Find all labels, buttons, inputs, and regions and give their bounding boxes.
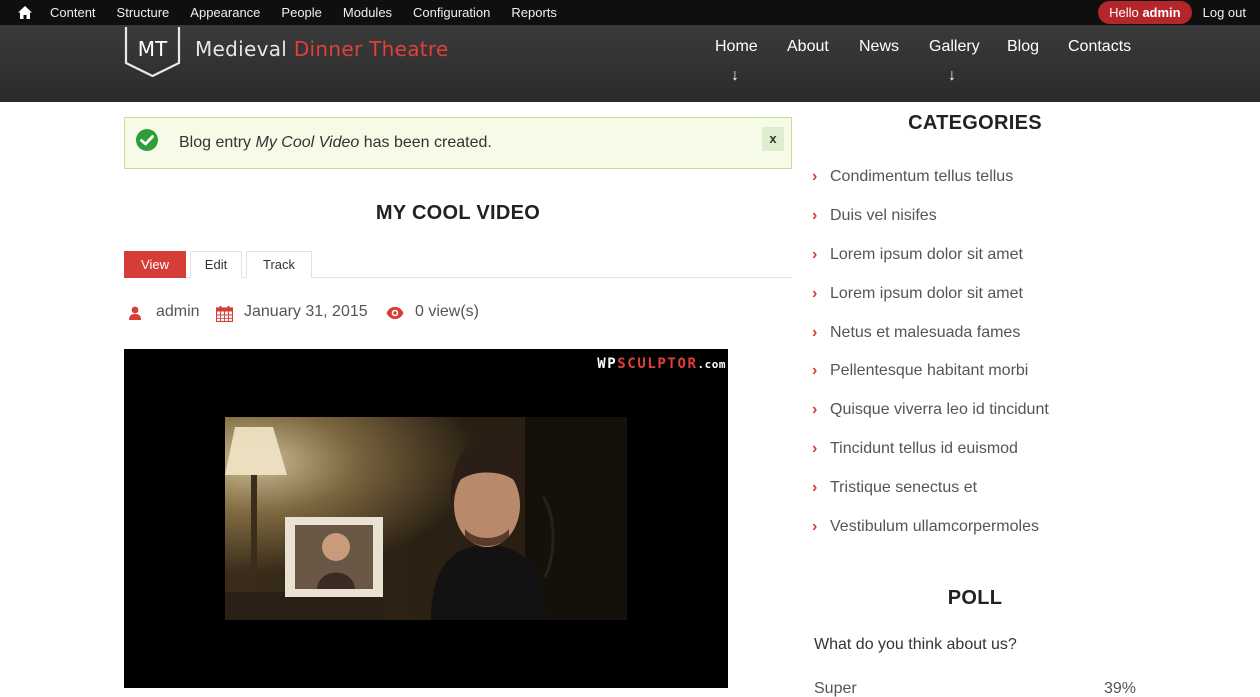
category-label[interactable]: Quisque viverra leo id tincidunt <box>830 401 1049 419</box>
category-label[interactable]: Condimentum tellus tellus <box>830 168 1013 186</box>
post-date: January 31, 2015 <box>244 303 368 320</box>
admin-menu-content[interactable]: Content <box>50 5 96 20</box>
home-icon[interactable] <box>0 0 50 25</box>
nav-home[interactable]: Home <box>715 38 758 56</box>
category-item[interactable]: › Lorem ipsum dolor sit amet <box>812 274 1142 313</box>
nav-home-arrow-icon[interactable]: ↓ <box>731 67 739 85</box>
category-item[interactable]: › Condimentum tellus tellus <box>812 158 1142 197</box>
category-label[interactable]: Tristique senectus et <box>830 479 977 497</box>
category-label[interactable]: Duis vel nisifes <box>830 207 937 225</box>
admin-menu-people[interactable]: People <box>281 5 321 20</box>
chevron-right-icon: › <box>812 168 818 186</box>
chevron-right-icon: › <box>812 439 818 457</box>
admin-menu-appearance[interactable]: Appearance <box>190 5 260 20</box>
chevron-right-icon: › <box>812 401 818 419</box>
chevron-right-icon: › <box>812 362 818 380</box>
watermark-part1: WP <box>597 356 618 372</box>
category-item[interactable]: › Tristique senectus et <box>812 468 1142 507</box>
user-icon <box>129 306 141 320</box>
post-author[interactable]: admin <box>156 303 200 321</box>
check-circle-icon <box>136 129 158 151</box>
site-header: MT Medieval Dinner Theatre Home ↓ About … <box>0 25 1260 102</box>
admin-menu: Content Structure Appearance People Modu… <box>50 0 578 25</box>
admin-menu-structure[interactable]: Structure <box>117 5 170 20</box>
chevron-right-icon: › <box>812 323 818 341</box>
hello-prefix: Hello <box>1109 5 1139 20</box>
tab-track[interactable]: Track <box>246 251 312 278</box>
chevron-right-icon: › <box>812 478 818 496</box>
categories-title: CATEGORIES <box>908 112 1042 134</box>
category-item[interactable]: › Tincidunt tellus id euismod <box>812 430 1142 469</box>
admin-menu-reports[interactable]: Reports <box>511 5 557 20</box>
poll-option: Super 39% <box>814 680 1136 697</box>
logout-link[interactable]: Log out <box>1203 5 1246 20</box>
nav-news[interactable]: News <box>859 38 899 56</box>
chevron-right-icon: › <box>812 207 818 225</box>
hello-username: admin <box>1142 5 1181 20</box>
category-label[interactable]: Lorem ipsum dolor sit amet <box>830 285 1023 303</box>
poll-option-percent: 39% <box>1103 680 1136 697</box>
poll-title: POLL <box>947 587 1003 609</box>
nav-about[interactable]: About <box>787 38 829 56</box>
category-label[interactable]: Netus et malesuada fames <box>830 324 1020 342</box>
video-player[interactable]: WPSCULPTOR.com <box>124 349 728 688</box>
category-label[interactable]: Lorem ipsum dolor sit amet <box>830 246 1023 264</box>
chevron-right-icon: › <box>812 284 818 302</box>
tab-edit[interactable]: Edit <box>190 251 242 278</box>
category-label[interactable]: Tincidunt tellus id euismod <box>830 440 1018 458</box>
page-title: MY COOL VIDEO <box>375 202 541 224</box>
nav-gallery-arrow-icon[interactable]: ↓ <box>948 67 956 85</box>
category-label[interactable]: Pellentesque habitant morbi <box>830 362 1028 380</box>
poll-option-label: Super <box>814 680 857 697</box>
tab-view[interactable]: View <box>124 251 186 278</box>
category-item[interactable]: › Netus et malesuada fames <box>812 313 1142 352</box>
admin-menu-modules[interactable]: Modules <box>343 5 392 20</box>
category-item[interactable]: › Pellentesque habitant morbi <box>812 352 1142 391</box>
video-frame <box>225 417 627 620</box>
status-text: Blog entry My Cool Video has been create… <box>179 134 492 152</box>
video-watermark-logo: WPSCULPTOR.com <box>597 356 726 372</box>
category-label[interactable]: Vestibulum ullamcorpermoles <box>830 518 1039 536</box>
status-entry-title[interactable]: My Cool Video <box>256 134 360 151</box>
hello-user-badge[interactable]: Hello admin <box>1098 1 1192 24</box>
chevron-right-icon: › <box>812 245 818 263</box>
local-tabs: View Edit Track <box>124 251 792 278</box>
category-item[interactable]: › Duis vel nisifes <box>812 197 1142 236</box>
category-item[interactable]: › Quisque viverra leo id tincidunt <box>812 391 1142 430</box>
nav-blog[interactable]: Blog <box>1007 38 1039 56</box>
category-item[interactable]: › Lorem ipsum dolor sit amet <box>812 236 1142 275</box>
close-message-button[interactable]: x <box>762 127 784 151</box>
nav-gallery[interactable]: Gallery <box>929 38 980 56</box>
main-nav: Home ↓ About News Gallery ↓ Blog Contact… <box>0 25 1260 102</box>
eye-icon <box>386 307 404 319</box>
status-prefix: Blog entry <box>179 134 252 151</box>
category-item[interactable]: › Vestibulum ullamcorpermoles <box>812 507 1142 546</box>
watermark-part2: SCULPTOR <box>617 356 698 372</box>
status-suffix: has been created. <box>363 134 492 151</box>
post-views: 0 view(s) <box>415 303 480 320</box>
nav-contacts[interactable]: Contacts <box>1068 38 1131 56</box>
watermark-part3: .com <box>697 358 726 371</box>
admin-toolbar: Content Structure Appearance People Modu… <box>0 0 1260 25</box>
poll-question: What do you think about us? <box>814 636 1017 653</box>
post-meta: admin January 31, 2015 0 view(s) <box>124 303 792 325</box>
chevron-right-icon: › <box>812 517 818 535</box>
admin-user-area: Hello admin Log out <box>1098 0 1246 25</box>
categories-list: › Condimentum tellus tellus › Duis vel nis… <box>812 158 1142 546</box>
calendar-icon <box>216 306 233 322</box>
admin-menu-configuration[interactable]: Configuration <box>413 5 490 20</box>
status-message: Blog entry My Cool Video has been create… <box>124 117 792 169</box>
